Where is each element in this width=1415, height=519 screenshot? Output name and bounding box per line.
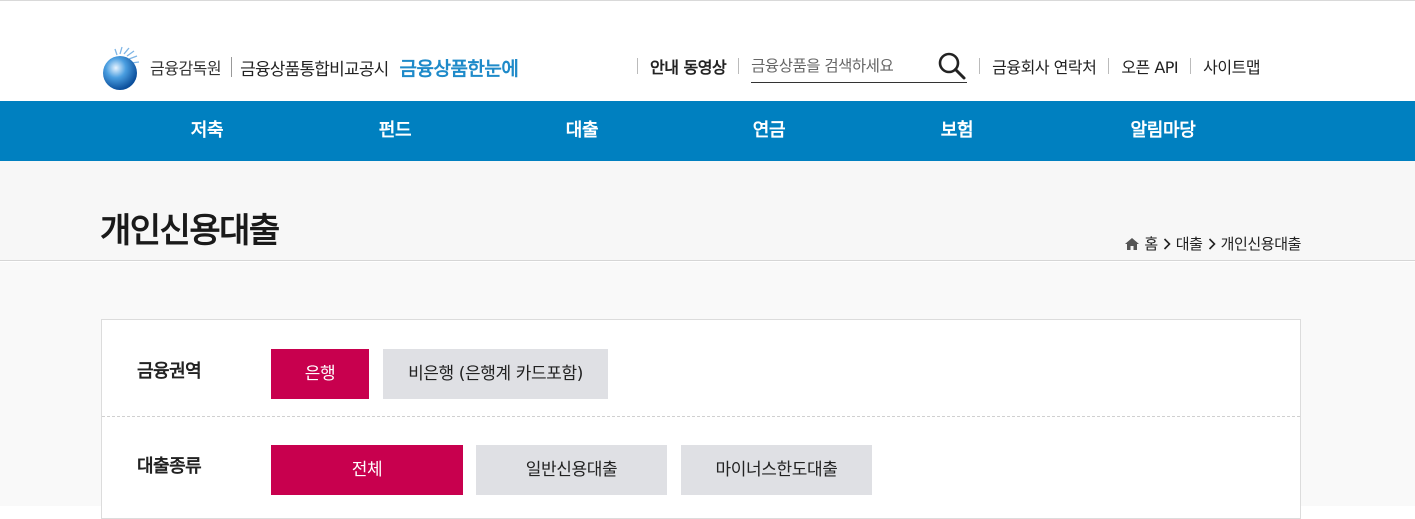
search-input[interactable] — [751, 50, 932, 81]
logo-fss-text: 금융감독원 — [150, 59, 222, 78]
nav-item-insurance[interactable]: 보험 — [941, 101, 974, 161]
sitemap-link[interactable]: 사이트맵 — [1203, 54, 1260, 78]
nav-item-pension[interactable]: 연금 — [753, 101, 786, 161]
guide-video-link[interactable]: 안내 동영상 — [650, 54, 727, 78]
utility-menu: 안내 동영상 금융회사 연락처 오픈 API 사이트맵 — [625, 49, 1261, 83]
util-divider — [979, 58, 981, 74]
search-box — [751, 49, 968, 83]
option-bank[interactable]: 은행 — [271, 349, 369, 399]
option-non-bank[interactable]: 비은행 (은행계 카드포함) — [383, 349, 608, 399]
main-nav: 저축 펀드 대출 연금 보험 알림마당 — [0, 101, 1415, 161]
search-icon[interactable] — [937, 51, 967, 81]
page-title-area: 개인신용대출 홈 대출 개인신용대출 — [0, 161, 1415, 261]
option-overdraft[interactable]: 마이너스한도대출 — [681, 445, 872, 495]
chevron-right-icon — [1208, 237, 1216, 250]
page-title: 개인신용대출 — [100, 211, 280, 251]
breadcrumb-loans[interactable]: 대출 — [1176, 233, 1203, 254]
option-all[interactable]: 전체 — [271, 445, 463, 495]
filter-row-sector: 금융권역 은행 비은행 (은행계 카드포함) — [102, 320, 1300, 417]
breadcrumb: 홈 대출 개인신용대출 — [1125, 233, 1301, 254]
nav-item-savings[interactable]: 저축 — [191, 101, 224, 161]
contact-link[interactable]: 금융회사 연락처 — [992, 54, 1097, 78]
home-icon — [1125, 237, 1140, 250]
site-logo[interactable]: 금융감독원 금융상품통합비교공시 금융상품한눈에 — [100, 44, 519, 90]
util-divider — [1108, 58, 1110, 74]
breadcrumb-home[interactable]: 홈 — [1144, 233, 1158, 254]
logo-divider — [231, 57, 233, 77]
util-divider — [637, 58, 638, 74]
nav-item-funds[interactable]: 펀드 — [379, 101, 412, 161]
logo-system-text: 금융상품통합비교공시 — [240, 59, 389, 80]
breadcrumb-current: 개인신용대출 — [1220, 235, 1302, 253]
filter-box: 금융권역 은행 비은행 (은행계 카드포함) 대출종류 전체 일반신용대출 마이… — [101, 319, 1301, 519]
util-divider — [1190, 58, 1192, 74]
option-general-credit[interactable]: 일반신용대출 — [476, 445, 667, 495]
logo-brand-text: 금융상품한눈에 — [399, 57, 519, 80]
filter-row-loan-type: 대출종류 전체 일반신용대출 마이너스한도대출 — [102, 417, 1300, 517]
filter-label-loan-type: 대출종류 — [137, 456, 202, 477]
nav-item-loans[interactable]: 대출 — [566, 101, 599, 161]
filter-label-sector: 금융권역 — [137, 361, 202, 382]
site-header: 금융감독원 금융상품통합비교공시 금융상품한눈에 안내 동영상 금융회사 연락처… — [0, 1, 1415, 101]
nav-item-notice[interactable]: 알림마당 — [1130, 101, 1195, 161]
util-divider — [738, 58, 740, 74]
globe-logo-icon — [100, 46, 142, 90]
chevron-right-icon — [1163, 237, 1171, 250]
open-api-link[interactable]: 오픈 API — [1121, 54, 1178, 78]
